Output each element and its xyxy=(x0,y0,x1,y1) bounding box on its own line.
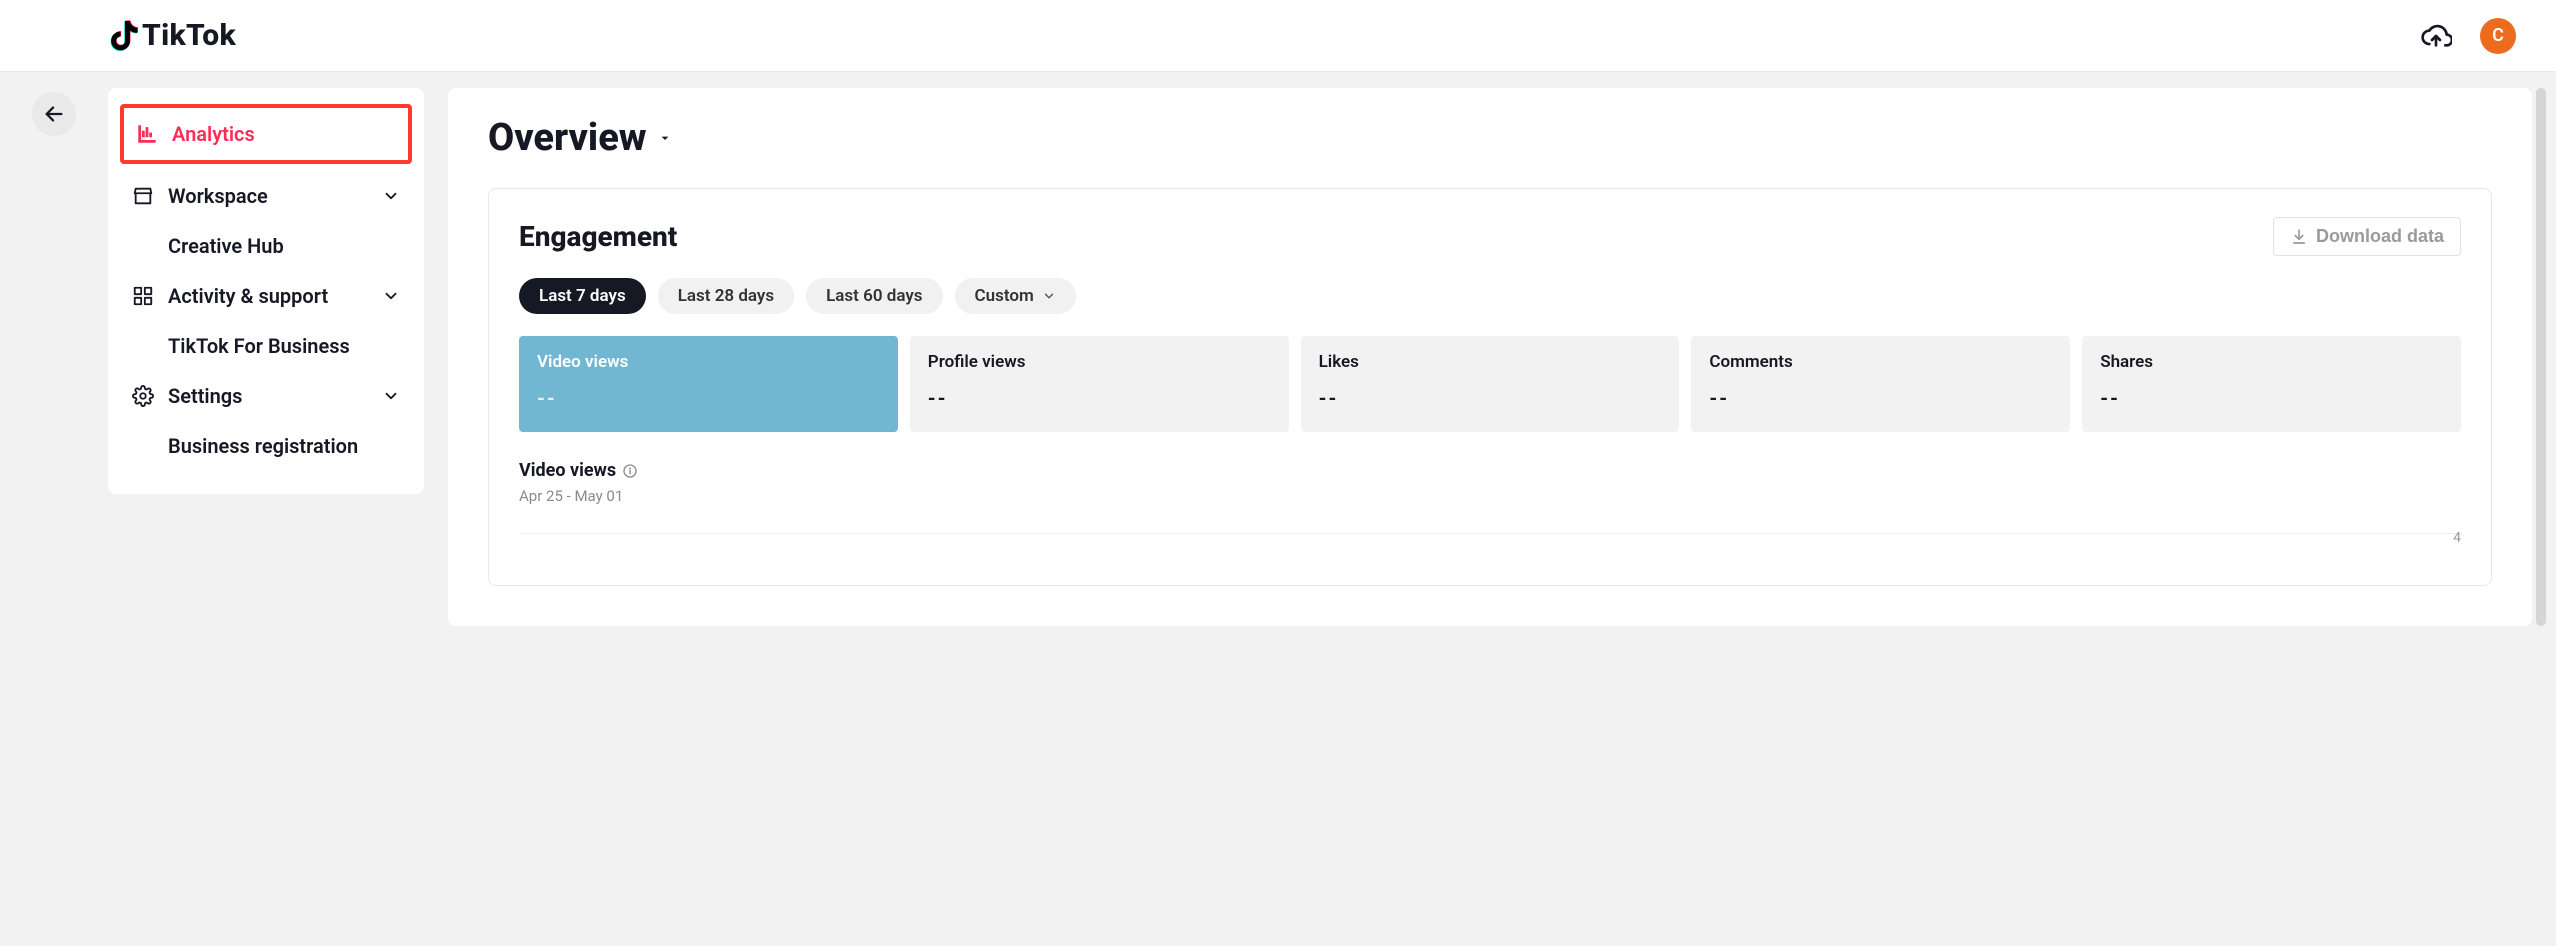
metric-shares[interactable]: Shares -- xyxy=(2082,336,2461,432)
metric-value: -- xyxy=(2100,386,2443,410)
storefront-icon xyxy=(132,185,154,207)
chart-area: 4 xyxy=(519,533,2461,557)
metric-label: Video views xyxy=(537,352,880,372)
sidebar-label-tiktok-for-business: TikTok For Business xyxy=(168,334,350,358)
tiktok-logo-icon xyxy=(108,19,138,53)
metric-comments[interactable]: Comments -- xyxy=(1691,336,2070,432)
metric-value: -- xyxy=(537,386,880,410)
sidebar-item-activity-support[interactable]: Activity & support xyxy=(120,270,412,322)
chevron-down-icon xyxy=(1042,289,1056,303)
main-layout: Analytics Workspace Creative Hub Activit… xyxy=(0,72,2556,626)
main-content: Overview Engagement Download data xyxy=(448,88,2532,626)
sidebar-label-analytics: Analytics xyxy=(172,122,255,146)
scrollbar[interactable] xyxy=(2536,88,2546,626)
metric-value: -- xyxy=(928,386,1271,410)
back-column xyxy=(0,88,108,136)
date-range-label: Apr 25 - May 01 xyxy=(519,487,2461,505)
selected-metric-heading: Video views xyxy=(519,460,2461,481)
metric-tiles: Video views -- Profile views -- Likes --… xyxy=(519,336,2461,432)
metric-label: Profile views xyxy=(928,352,1271,372)
chevron-down-icon xyxy=(382,387,400,405)
range-custom[interactable]: Custom xyxy=(955,278,1076,314)
download-icon xyxy=(2290,228,2308,246)
sidebar-label-creative-hub: Creative Hub xyxy=(168,234,284,258)
cloud-upload-icon[interactable] xyxy=(2420,20,2452,52)
selected-metric-label: Video views xyxy=(519,460,616,481)
chevron-down-icon xyxy=(382,187,400,205)
gear-icon xyxy=(132,385,154,407)
topbar-right: C xyxy=(2420,18,2516,54)
chevron-down-icon xyxy=(382,287,400,305)
engagement-title: Engagement xyxy=(519,220,677,253)
sidebar-item-analytics[interactable]: Analytics xyxy=(120,104,412,164)
sidebar-sub-business-registration[interactable]: Business registration xyxy=(120,422,412,470)
range-last-28-days[interactable]: Last 28 days xyxy=(658,278,794,314)
caret-down-icon xyxy=(657,130,673,146)
sidebar-label-activity-support: Activity & support xyxy=(168,284,328,308)
date-range-pills: Last 7 days Last 28 days Last 60 days Cu… xyxy=(519,278,2461,314)
range-last-60-days[interactable]: Last 60 days xyxy=(806,278,942,314)
metric-label: Shares xyxy=(2100,352,2443,372)
grid-icon xyxy=(132,285,154,307)
chart-y-axis-top: 4 xyxy=(2453,530,2461,546)
range-last-7-days[interactable]: Last 7 days xyxy=(519,278,646,314)
metric-profile-views[interactable]: Profile views -- xyxy=(910,336,1289,432)
download-label: Download data xyxy=(2316,226,2444,247)
metric-label: Comments xyxy=(1709,352,2052,372)
sidebar-sub-tiktok-for-business[interactable]: TikTok For Business xyxy=(120,322,412,370)
brand-logo[interactable]: TikTok xyxy=(108,18,236,53)
metric-label: Likes xyxy=(1319,352,1662,372)
page-title-row[interactable]: Overview xyxy=(488,116,2492,160)
sidebar-label-business-registration: Business registration xyxy=(168,434,358,458)
sidebar-item-workspace[interactable]: Workspace xyxy=(120,170,412,222)
page-title: Overview xyxy=(488,116,647,160)
sidebar-item-settings[interactable]: Settings xyxy=(120,370,412,422)
metric-value: -- xyxy=(1319,386,1662,410)
sidebar-sub-creative-hub[interactable]: Creative Hub xyxy=(120,222,412,270)
metric-video-views[interactable]: Video views -- xyxy=(519,336,898,432)
avatar[interactable]: C xyxy=(2480,18,2516,54)
metric-likes[interactable]: Likes -- xyxy=(1301,336,1680,432)
sidebar: Analytics Workspace Creative Hub Activit… xyxy=(108,88,424,494)
arrow-left-icon xyxy=(43,103,65,125)
download-data-button[interactable]: Download data xyxy=(2273,217,2461,256)
avatar-initial: C xyxy=(2492,25,2504,46)
info-icon[interactable] xyxy=(622,463,638,479)
top-bar: TikTok C xyxy=(0,0,2556,72)
sidebar-label-settings: Settings xyxy=(168,384,242,408)
back-button[interactable] xyxy=(32,92,76,136)
sidebar-label-workspace: Workspace xyxy=(168,184,268,208)
chart-icon xyxy=(136,123,158,145)
metric-value: -- xyxy=(1709,386,2052,410)
brand-name: TikTok xyxy=(142,18,236,53)
engagement-card: Engagement Download data Last 7 days Las… xyxy=(488,188,2492,586)
